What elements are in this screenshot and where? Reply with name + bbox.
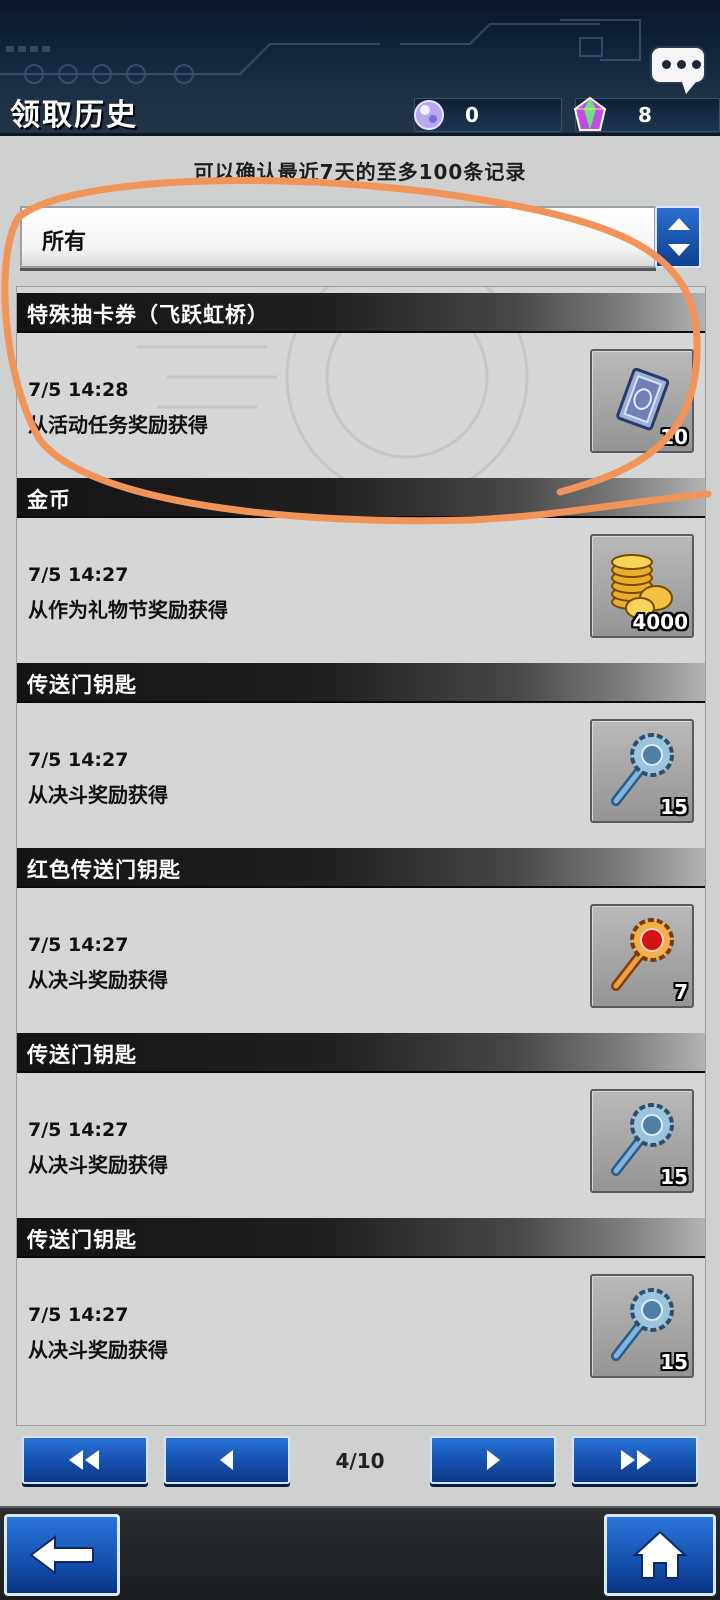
home-button[interactable] [604,1514,716,1596]
item-category-header: 传送门钥匙 [17,1033,705,1073]
item-reward-icon[interactable]: 7 [590,904,694,1008]
item-source: 从决斗奖励获得 [28,1338,168,1362]
home-icon [632,1530,688,1579]
next-page-icon [487,1450,500,1470]
item-category: 传送门钥匙 [27,1043,137,1067]
up-arrow-icon [668,218,690,230]
item-source: 从决斗奖励获得 [28,783,168,807]
last-page-icon [621,1450,651,1470]
list-item[interactable]: 传送门钥匙 7/5 14:27 从决斗奖励获得 15 [17,1033,705,1222]
gem-count: 8 [638,103,652,127]
next-page-button[interactable] [430,1436,556,1484]
back-arrow-icon [29,1535,94,1575]
first-page-button[interactable] [22,1436,148,1484]
orb-currency: 0 [414,98,562,132]
item-reward-icon[interactable]: 15 [590,1089,694,1193]
item-time: 7/5 14:27 [28,934,129,956]
item-reward-icon[interactable]: 10 [590,349,694,453]
down-arrow-icon [668,244,690,256]
item-time: 7/5 14:27 [28,1119,129,1141]
item-source: 从决斗奖励获得 [28,968,168,992]
item-source: 从作为礼物节奖励获得 [28,598,228,622]
item-category: 传送门钥匙 [27,1228,137,1252]
orb-icon [414,100,444,130]
item-category: 红色传送门钥匙 [27,858,181,882]
item-quantity: 10 [660,425,688,449]
item-time: 7/5 14:28 [28,379,129,401]
item-category-header: 传送门钥匙 [17,1218,705,1258]
item-reward-icon[interactable]: 15 [590,1274,694,1378]
item-quantity: 15 [660,1350,688,1374]
gem-currency: 8 [573,96,720,132]
item-time: 7/5 14:27 [28,564,129,586]
item-quantity: 15 [660,795,688,819]
item-category: 金币 [27,488,71,512]
item-category-header: 传送门钥匙 [17,663,705,703]
page-indicator: 4/10 [335,1449,385,1473]
chat-button[interactable] [650,46,706,94]
list-item[interactable]: 传送门钥匙 7/5 14:27 从决斗奖励获得 15 [17,663,705,852]
item-category: 特殊抽卡券（飞跃虹桥） [27,303,269,327]
item-category-header: 红色传送门钥匙 [17,848,705,888]
filter-toggle-button[interactable] [655,206,701,268]
item-quantity: 7 [674,980,688,1004]
history-limit-note: 可以确认最近7天的至多100条记录 [193,160,527,184]
item-reward-icon[interactable]: 4000 [590,534,694,638]
item-category: 传送门钥匙 [27,673,137,697]
list-item[interactable]: 特殊抽卡券（飞跃虹桥） 7/5 14:28 从活动任务奖励获得 10 [17,293,705,482]
item-category-header: 金币 [17,478,705,518]
previous-page-button[interactable] [164,1436,290,1484]
list-item[interactable]: 红色传送门钥匙 7/5 14:27 从决斗奖励获得 7 [17,848,705,1037]
item-source: 从决斗奖励获得 [28,1153,168,1177]
item-time: 7/5 14:27 [28,1304,129,1326]
back-button[interactable] [4,1514,120,1596]
gem-icon [573,96,607,131]
page-title: 领取历史 [10,98,138,133]
filter-selected-value: 所有 [42,230,87,255]
first-page-icon [69,1450,99,1470]
previous-page-icon [220,1450,233,1470]
history-list[interactable]: 特殊抽卡券（飞跃虹桥） 7/5 14:28 从活动任务奖励获得 10 金币 7/… [16,286,706,1426]
filter-dropdown[interactable]: 所有 [20,206,656,268]
orb-count: 0 [465,103,479,127]
chat-bubble-icon [662,60,701,69]
item-quantity: 4000 [632,610,688,634]
item-time: 7/5 14:27 [28,749,129,771]
list-item[interactable]: 传送门钥匙 7/5 14:27 从决斗奖励获得 15 [17,1218,705,1407]
item-source: 从活动任务奖励获得 [28,413,208,437]
item-reward-icon[interactable]: 15 [590,719,694,823]
list-item[interactable]: 金币 7/5 14:27 从作为礼物节奖励获得 4000 [17,478,705,667]
item-quantity: 15 [660,1165,688,1189]
last-page-button[interactable] [572,1436,698,1484]
item-category-header: 特殊抽卡券（飞跃虹桥） [17,293,705,333]
